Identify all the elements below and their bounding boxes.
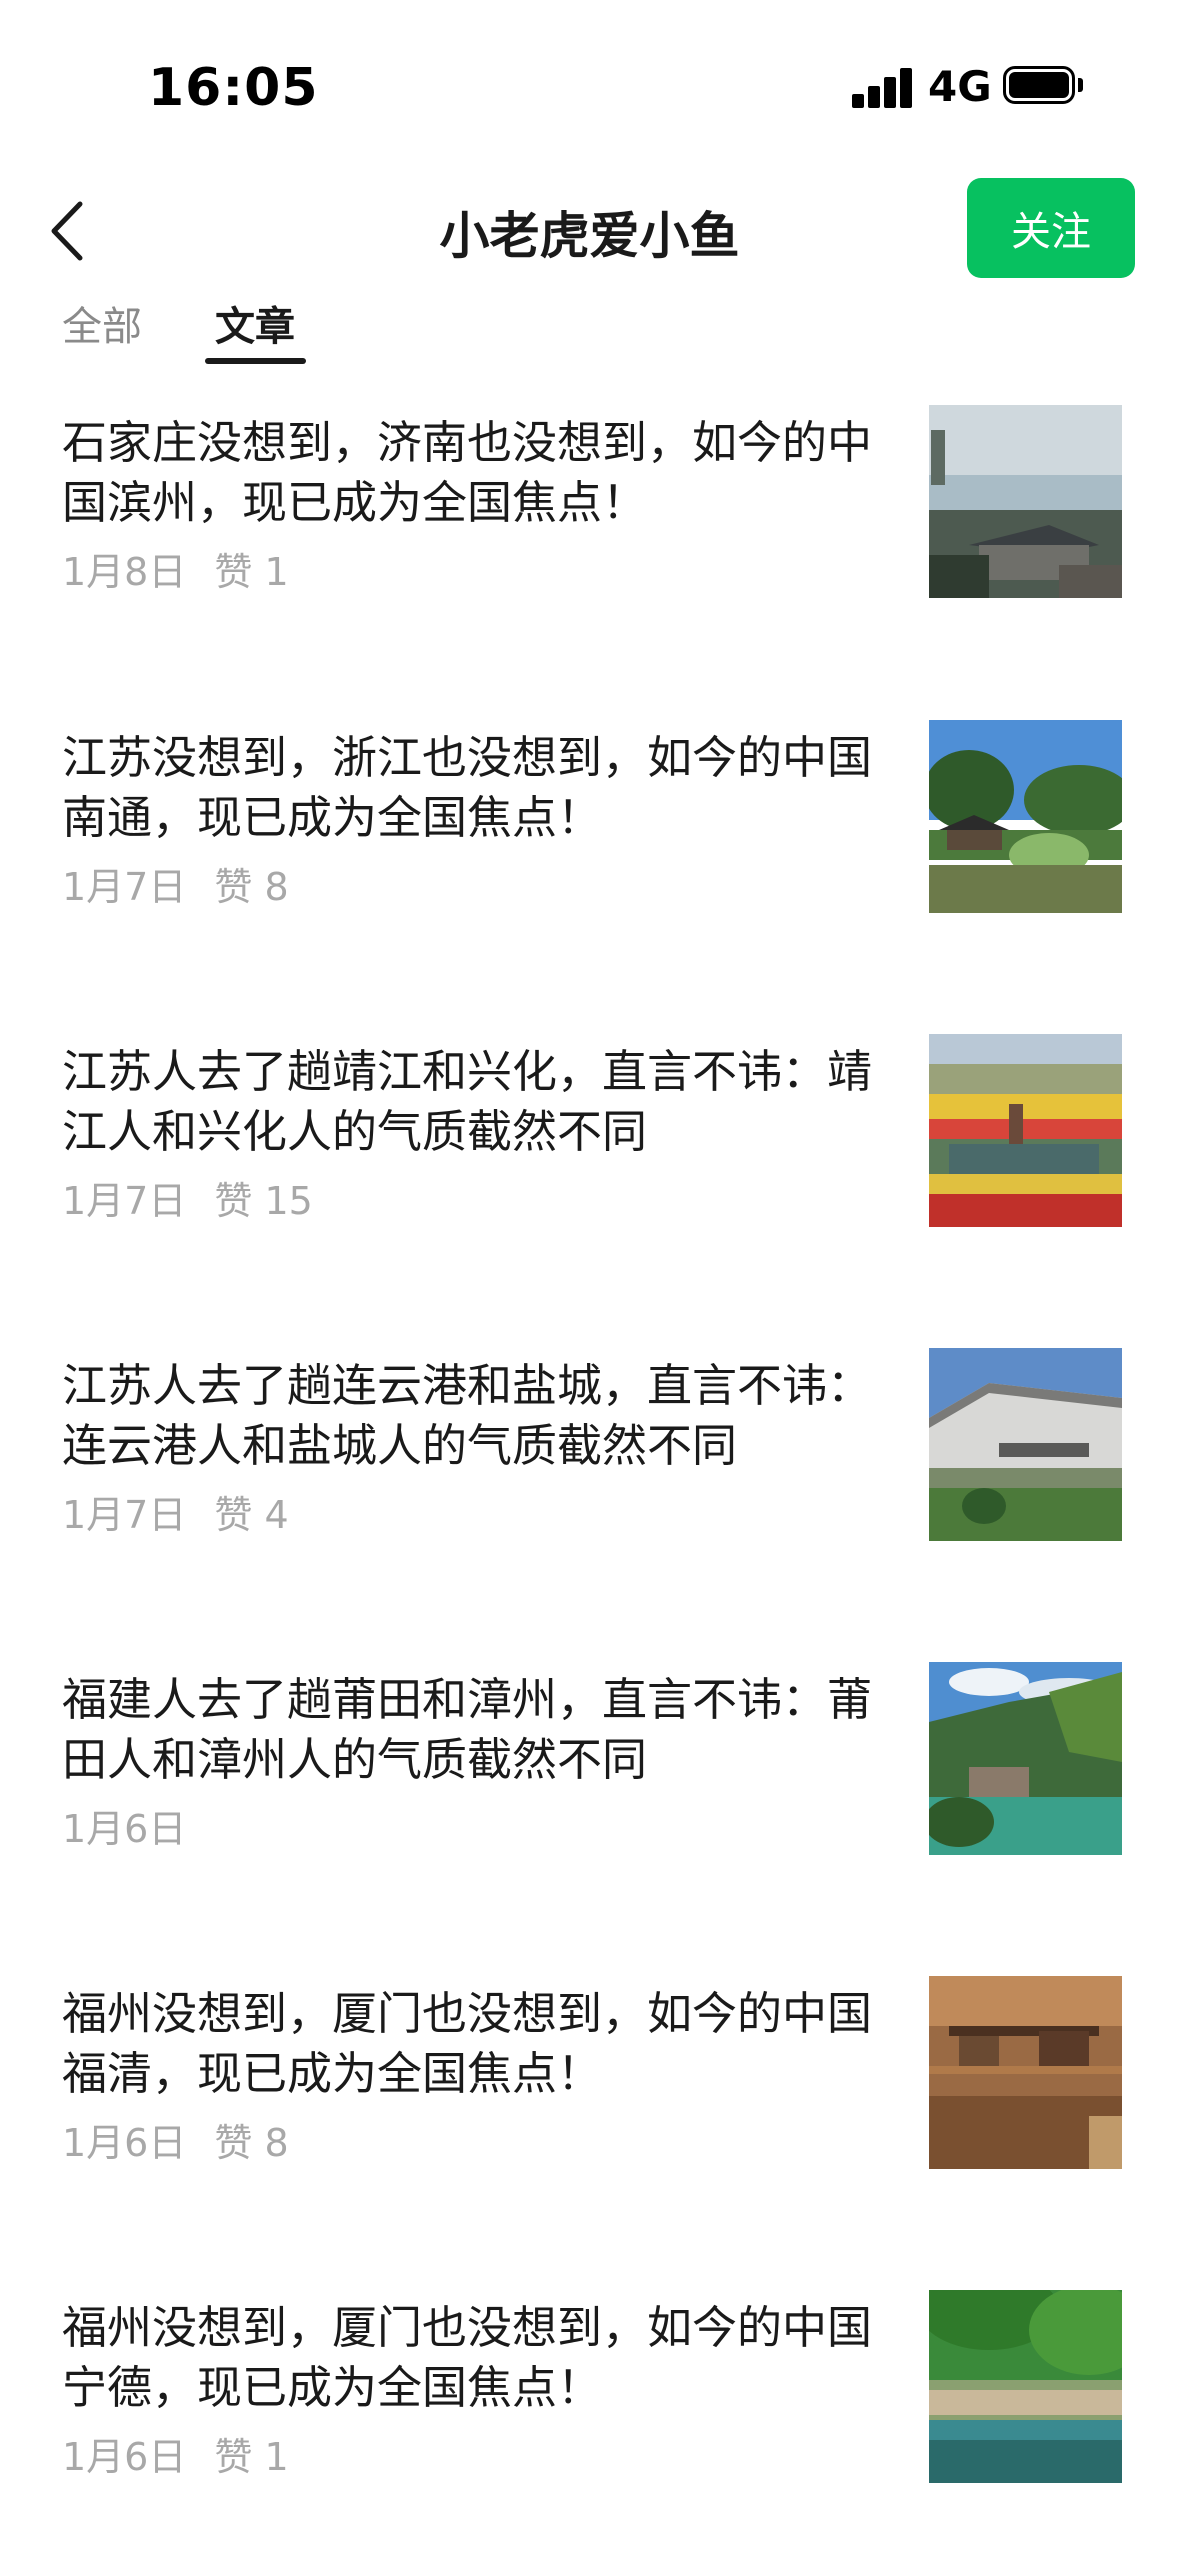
article-title: 江苏人去了趟靖江和兴化，直言不讳：靖江人和兴化人的气质截然不同 [62, 1045, 873, 1158]
status-time: 16:05 [148, 58, 319, 118]
status-bar: 16:05 4G [0, 0, 1179, 170]
article-meta: 1月7日赞 15 [62, 1170, 313, 1225]
article-title: 福州没想到，厦门也没想到，如今的中国福清，现已成为全国焦点！ [62, 1987, 873, 2100]
article-likes: 赞 8 [214, 2121, 289, 2165]
article-date: 1月7日 [62, 865, 187, 909]
article-meta: 1月7日赞 4 [62, 1484, 289, 1539]
article-thumbnail [929, 1662, 1122, 1855]
article-meta: 1月6日赞 1 [62, 2426, 289, 2481]
article-meta: 1月6日 [62, 1798, 214, 1853]
article-item[interactable]: 福州没想到，厦门也没想到，如今的中国福清，现已成为全国焦点！ 1月6日赞 8 [0, 1976, 1179, 2206]
article-date: 1月7日 [62, 1179, 187, 1223]
article-title: 石家庄没想到，济南也没想到，如今的中国滨州，现已成为全国焦点！ [62, 416, 873, 529]
article-date: 1月8日 [62, 550, 187, 594]
article-item[interactable]: 江苏人去了趟连云港和盐城，直言不讳：连云港人和盐城人的气质截然不同 1月7日赞 … [0, 1348, 1179, 1578]
article-title: 福州没想到，厦门也没想到，如今的中国宁德，现已成为全国焦点！ [62, 2301, 873, 2414]
article-likes: 赞 1 [214, 550, 289, 594]
tab-articles[interactable]: 文章 [215, 294, 295, 352]
article-meta: 1月7日赞 8 [62, 856, 289, 911]
article-title: 江苏人去了趟连云港和盐城，直言不讳：连云港人和盐城人的气质截然不同 [62, 1359, 873, 1472]
article-title: 江苏没想到，浙江也没想到，如今的中国南通，现已成为全国焦点！ [62, 731, 873, 844]
article-likes: 赞 1 [214, 2435, 289, 2479]
article-thumbnail [929, 1976, 1122, 2169]
signal-icon [852, 66, 914, 108]
article-meta: 1月6日赞 8 [62, 2112, 289, 2167]
article-date: 1月6日 [62, 2435, 187, 2479]
article-thumbnail [929, 720, 1122, 913]
tab-all[interactable]: 全部 [62, 294, 142, 352]
article-date: 1月7日 [62, 1493, 187, 1537]
article-likes: 赞 8 [214, 865, 289, 909]
battery-icon [1003, 66, 1083, 106]
follow-button[interactable]: 关注 [967, 178, 1135, 278]
article-item[interactable]: 江苏没想到，浙江也没想到，如今的中国南通，现已成为全国焦点！ 1月7日赞 8 [0, 720, 1179, 950]
active-tab-indicator [205, 358, 306, 364]
article-item[interactable]: 石家庄没想到，济南也没想到，如今的中国滨州，现已成为全国焦点！ 1月8日赞 1 [0, 405, 1179, 635]
article-title: 福建人去了趟莆田和漳州，直言不讳：莆田人和漳州人的气质截然不同 [62, 1673, 873, 1786]
article-item[interactable]: 福建人去了趟莆田和漳州，直言不讳：莆田人和漳州人的气质截然不同 1月6日 [0, 1662, 1179, 1892]
article-date: 1月6日 [62, 2121, 187, 2165]
article-thumbnail [929, 2290, 1122, 2483]
article-likes: 赞 4 [214, 1493, 289, 1537]
article-item[interactable]: 福州没想到，厦门也没想到，如今的中国宁德，现已成为全国焦点！ 1月6日赞 1 [0, 2290, 1179, 2520]
article-likes: 赞 15 [214, 1179, 313, 1223]
article-thumbnail [929, 1034, 1122, 1227]
network-label: 4G [928, 62, 992, 111]
article-thumbnail [929, 1348, 1122, 1541]
article-meta: 1月8日赞 1 [62, 541, 289, 596]
article-item[interactable]: 江苏人去了趟靖江和兴化，直言不讳：靖江人和兴化人的气质截然不同 1月7日赞 15 [0, 1034, 1179, 1264]
article-thumbnail [929, 405, 1122, 598]
article-date: 1月6日 [62, 1807, 187, 1851]
